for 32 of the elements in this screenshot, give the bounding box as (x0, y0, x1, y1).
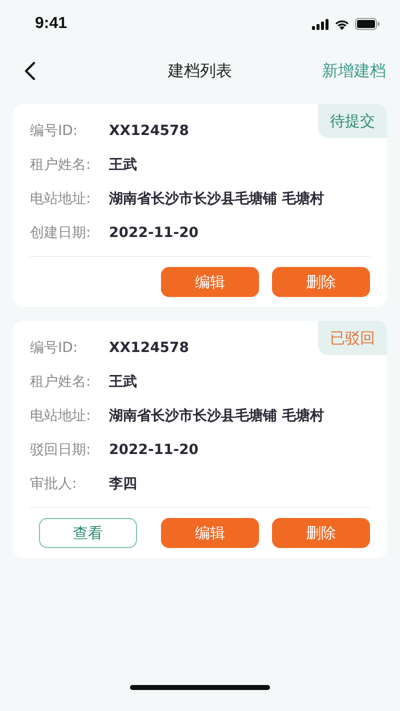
field-value: 湖南省长沙市长沙县毛塘铺 毛塘村 (109, 190, 324, 208)
page-title: 建档列表 (168, 60, 232, 82)
status-time: 9:41 (35, 15, 68, 33)
field-value: 2022-11-20 (109, 442, 199, 458)
add-record-link[interactable]: 新增建档 (322, 60, 386, 82)
field-label: 创建日期: (30, 224, 92, 242)
field-value: 2022-11-20 (109, 225, 199, 241)
field-value: XX124578 (109, 340, 190, 356)
field-value: 王武 (109, 373, 137, 391)
status-tag: 待提交 (318, 104, 387, 138)
action-button[interactable]: 编辑 (161, 267, 259, 297)
field-label: 审批人: (30, 475, 78, 493)
action-button[interactable]: 删除 (272, 267, 370, 297)
field-value: 湖南省长沙市长沙县毛塘铺 毛塘村 (109, 407, 324, 425)
wifi-icon (334, 18, 350, 30)
field-label: 租户姓名: (30, 156, 92, 174)
action-button[interactable]: 删除 (272, 518, 370, 548)
field-value: XX124578 (109, 123, 190, 139)
field-value: 李四 (109, 475, 137, 493)
field-label: 编号ID: (30, 122, 79, 140)
field-label: 驳回日期: (30, 441, 92, 459)
status-tag: 已驳回 (318, 321, 387, 355)
field-label: 电站地址: (30, 190, 92, 208)
battery-icon (355, 18, 380, 30)
signal-icon (312, 18, 329, 30)
field-label: 租户姓名: (30, 373, 92, 391)
field-label: 电站地址: (30, 407, 92, 425)
view-button[interactable]: 查看 (39, 518, 137, 548)
field-value: 王武 (109, 156, 137, 174)
action-button[interactable]: 编辑 (161, 518, 259, 548)
field-label: 编号ID: (30, 339, 79, 357)
back-icon[interactable] (24, 61, 36, 81)
